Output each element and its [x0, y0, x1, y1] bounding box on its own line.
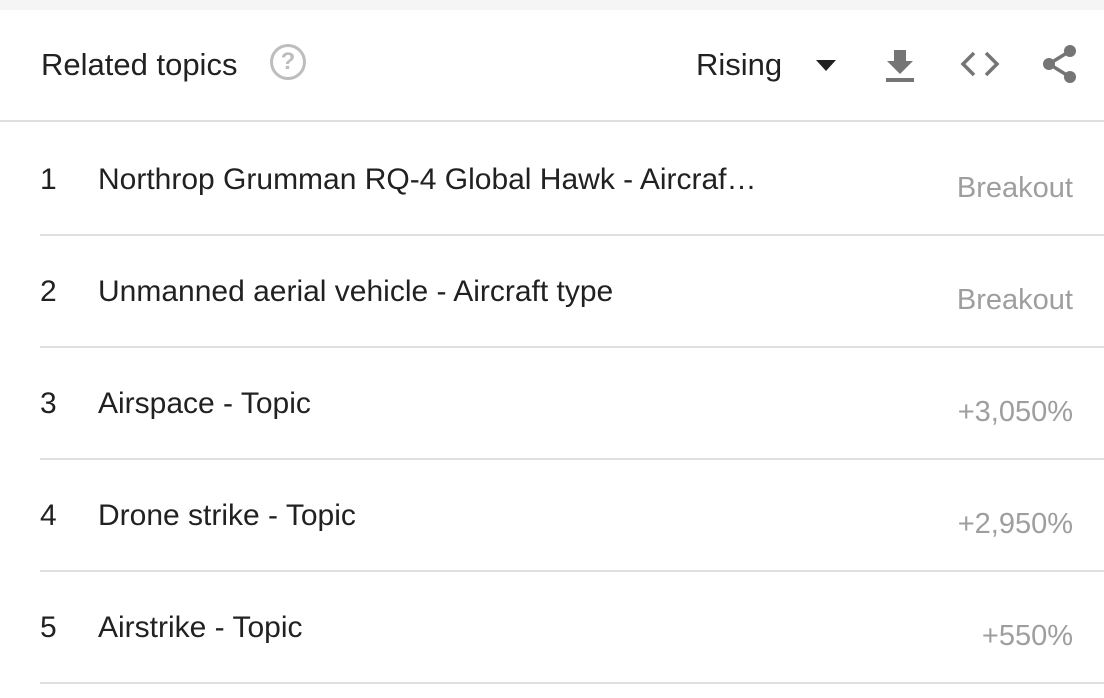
list-item[interactable]: 4 Drone strike - Topic +2,950% — [40, 460, 1104, 572]
row-value: +550% — [981, 620, 1073, 652]
row-topic[interactable]: Drone strike - Topic — [98, 498, 788, 534]
help-circle-icon[interactable]: ? — [270, 44, 306, 80]
row-rank: 2 — [40, 275, 57, 308]
row-topic[interactable]: Unmanned aerial vehicle - Aircraft type — [98, 274, 788, 310]
row-rank: 3 — [40, 387, 57, 420]
filter-selected-label: Rising — [696, 47, 783, 82]
list-item[interactable]: 5 Airstrike - Topic +550% — [40, 572, 1104, 684]
widget-header: Related topics ? Rising — [0, 10, 1104, 122]
widget-title: Related topics — [41, 47, 238, 82]
top-strip — [0, 0, 1104, 10]
row-value: +2,950% — [957, 508, 1073, 540]
row-topic[interactable]: Airstrike - Topic — [98, 610, 788, 646]
list-item[interactable]: 1 Northrop Grumman RQ-4 Global Hawk - Ai… — [40, 124, 1104, 236]
row-rank: 5 — [40, 611, 57, 644]
row-topic[interactable]: Airspace - Topic — [98, 386, 788, 422]
list-item[interactable]: 2 Unmanned aerial vehicle - Aircraft typ… — [40, 236, 1104, 348]
list-item[interactable]: 3 Airspace - Topic +3,050% — [40, 348, 1104, 460]
row-value: Breakout — [956, 172, 1073, 204]
rising-filter-dropdown[interactable]: Rising — [696, 46, 837, 84]
code-icon[interactable] — [960, 44, 1000, 84]
related-topics-widget: Related topics ? Rising 1 Northrop Grumm… — [0, 0, 1104, 698]
row-rank: 1 — [40, 163, 57, 196]
caret-down-icon — [816, 59, 837, 71]
row-rank: 4 — [40, 499, 57, 532]
row-value: +3,050% — [957, 396, 1073, 428]
row-topic[interactable]: Northrop Grumman RQ-4 Global Hawk - Airc… — [98, 162, 788, 198]
share-icon[interactable] — [1040, 44, 1080, 84]
row-value: Breakout — [956, 284, 1073, 316]
download-icon[interactable] — [880, 44, 920, 84]
